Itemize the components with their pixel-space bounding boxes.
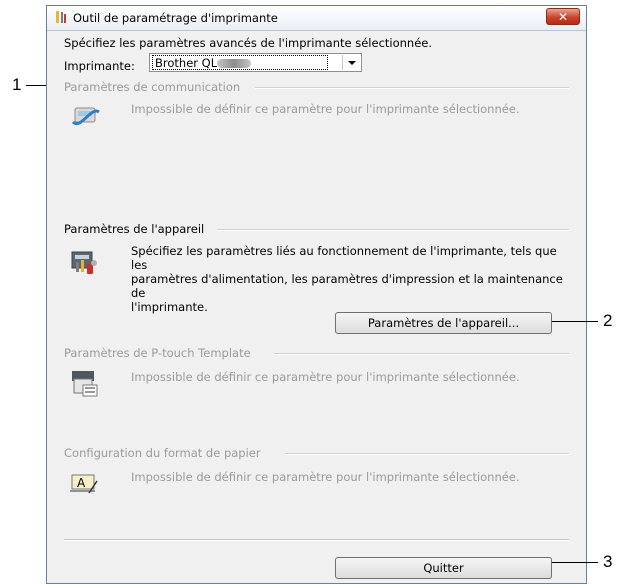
close-button[interactable]: ✕: [546, 8, 580, 25]
callout-2: 2: [603, 311, 613, 330]
callout-3-line: [552, 562, 598, 563]
device-description: Spécifiez les paramètres liés au fonctio…: [131, 244, 571, 314]
quit-button[interactable]: Quitter: [335, 557, 552, 579]
select-arrow-box[interactable]: [342, 55, 360, 70]
printer-tool-icon: [56, 11, 66, 23]
title-bar: Outil de paramétrage d'imprimante ✕: [47, 6, 586, 31]
device-description-line-2: paramètres d'alimentation, les paramètre…: [131, 272, 563, 300]
window-title: Outil de paramétrage d'imprimante: [73, 11, 278, 25]
printer-select-text: Brother QL-: [155, 56, 222, 70]
paper-description: Impossible de définir ce paramètre pour …: [131, 470, 520, 484]
callout-1: 1: [12, 75, 22, 94]
device-settings-icon: [71, 251, 97, 274]
dialog-client-area: Spécifiez les paramètres avancés de l'im…: [47, 31, 586, 583]
paper-header: Configuration du format de papier: [64, 446, 261, 460]
callout-2-line: [552, 321, 598, 322]
device-divider: [217, 229, 569, 231]
device-header: Paramètres de l'appareil: [64, 222, 205, 236]
chevron-down-icon: [348, 61, 356, 65]
bottom-divider: [64, 539, 569, 541]
redacted-model: [217, 59, 251, 68]
printer-settings-window: Outil de paramétrage d'imprimante ✕ Spéc…: [46, 5, 587, 584]
communication-icon: [71, 107, 100, 126]
communication-divider: [255, 87, 569, 89]
callout-3: 3: [603, 552, 613, 571]
printer-select-value: Brother QL-: [152, 55, 328, 70]
ptouch-header: Paramètres de P-touch Template: [64, 346, 251, 360]
ptouch-divider: [274, 353, 569, 355]
device-description-line-1: Spécifiez les paramètres liés au fonctio…: [131, 244, 557, 272]
printer-label: Imprimante:: [64, 59, 135, 73]
ptouch-description: Impossible de définir ce paramètre pour …: [131, 370, 520, 384]
paper-format-icon: A: [70, 474, 98, 494]
communication-header: Paramètres de communication: [64, 80, 241, 94]
dialog-subtitle: Spécifiez les paramètres avancés de l'im…: [64, 36, 433, 50]
device-settings-button[interactable]: Paramètres de l'appareil...: [335, 312, 552, 334]
communication-description: Impossible de définir ce paramètre pour …: [131, 102, 520, 116]
paper-divider: [285, 453, 569, 455]
printer-select[interactable]: Brother QL-: [149, 53, 362, 72]
svg-text:A: A: [77, 476, 86, 490]
ptouch-template-icon: [72, 371, 98, 397]
